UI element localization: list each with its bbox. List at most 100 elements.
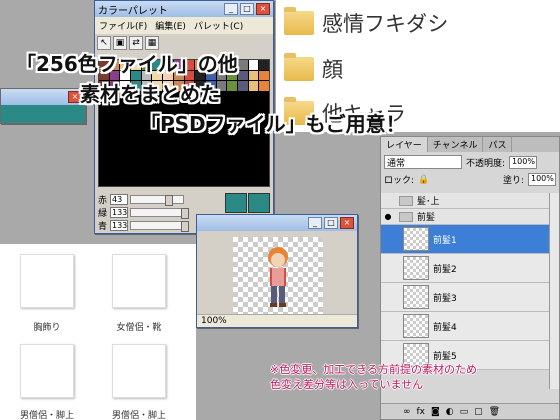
palette-swatch[interactable] [248,176,259,186]
layers-scrollbar[interactable] [549,193,559,389]
palette-swatch[interactable] [195,165,205,176]
palette-swatch[interactable] [237,176,248,186]
red-slider[interactable] [130,195,184,206]
palette-swatch[interactable] [152,155,163,165]
item-card[interactable] [112,344,166,398]
palette-swatch[interactable] [216,144,227,155]
palette-swatch[interactable] [120,112,131,123]
palette-swatch[interactable] [248,165,259,176]
layer-row[interactable]: 前髪4 [381,312,549,341]
minimize-icon[interactable]: _ [308,217,322,229]
item-card[interactable] [112,254,166,308]
blend-mode-select[interactable]: 通常 [384,155,462,169]
palette-swatch[interactable] [248,144,259,155]
palette-swatch[interactable] [152,165,163,176]
palette-swatch[interactable] [237,144,248,155]
palette-swatch[interactable] [259,91,269,102]
palette-swatch[interactable] [173,176,184,186]
palette-swatch[interactable] [99,144,109,155]
palette-swatch[interactable] [184,144,195,155]
palette-swatch[interactable] [99,112,109,123]
palette-swatch[interactable] [248,70,259,81]
palette-swatch[interactable] [109,165,120,176]
palette-swatch[interactable] [205,144,216,155]
palette-swatch[interactable] [259,144,269,155]
palette-swatch[interactable] [152,176,163,186]
palette-swatch[interactable] [120,144,131,155]
palette-swatch[interactable] [248,81,259,91]
palette-swatch[interactable] [205,155,216,165]
tab-paths[interactable]: パス [483,137,513,152]
palette-swatch[interactable] [237,60,248,70]
trash-icon[interactable]: 🗑 [489,407,500,417]
adjust-icon[interactable]: ◐ [446,407,454,417]
minimize-icon[interactable]: _ [224,3,238,15]
palette-swatch[interactable] [205,165,216,176]
mask-icon[interactable]: ◙ [431,407,440,417]
layer-group[interactable]: 髪･上 [381,193,549,209]
palette-swatch[interactable] [195,144,205,155]
palette-swatch[interactable] [141,165,152,176]
palette-swatch[interactable] [195,176,205,186]
palette-swatch[interactable] [163,176,173,186]
close-icon[interactable]: × [256,3,270,15]
palette-swatch[interactable] [131,165,141,176]
palette-swatch[interactable] [163,165,173,176]
palette-swatch[interactable] [227,165,237,176]
palette-swatch[interactable] [184,176,195,186]
palette-swatch[interactable] [237,91,248,102]
palette-swatch[interactable] [131,155,141,165]
red-value[interactable]: 43 [110,194,128,205]
palette-swatch[interactable] [131,176,141,186]
palette-swatch[interactable] [259,81,269,91]
green-slider[interactable] [130,208,189,219]
item-card[interactable] [20,344,74,398]
palette-swatch[interactable] [216,155,227,165]
new-group-icon[interactable]: ▭ [460,407,469,417]
tab-channels[interactable]: チャンネル [428,137,484,152]
palette-swatch[interactable] [173,155,184,165]
palette-swatch[interactable] [152,144,163,155]
eye-icon[interactable] [381,194,395,208]
palette-swatch[interactable] [109,144,120,155]
palette-swatch[interactable] [184,165,195,176]
tab-layers[interactable]: レイヤー [381,137,428,152]
fill-value[interactable]: 100% [528,173,556,186]
folder-item-emotion-balloons[interactable]: 感情フキダシ [284,7,448,38]
palette-swatch[interactable] [141,144,152,155]
green-value[interactable]: 133 [110,207,128,218]
palette-swatch[interactable] [259,60,269,70]
layer-row[interactable]: 前髪1 [381,225,549,254]
blue-value[interactable]: 133 [110,220,128,231]
palette-swatch[interactable] [248,91,259,102]
palette-swatch[interactable] [237,81,248,91]
palette-swatch[interactable] [99,165,109,176]
palette-swatch[interactable] [120,165,131,176]
palette-swatch[interactable] [141,155,152,165]
chain-icon[interactable]: ∞ [403,407,411,417]
palette-swatch[interactable] [109,155,120,165]
palette-swatch[interactable] [237,155,248,165]
palette-swatch[interactable] [109,134,120,144]
palette-swatch[interactable] [227,91,237,102]
palette-swatch[interactable] [227,81,237,91]
palette-swatch[interactable] [173,165,184,176]
item-card[interactable] [20,254,74,308]
palette-swatch[interactable] [131,144,141,155]
maximize-icon[interactable]: □ [240,3,254,15]
palette-swatch[interactable] [237,70,248,81]
palette-swatch[interactable] [259,176,269,186]
palette-swatch[interactable] [109,112,120,123]
palette-swatch[interactable] [109,123,120,134]
layer-row[interactable]: 前髪3 [381,283,549,312]
preview-titlebar[interactable]: _ □ × [197,215,357,231]
palette-swatch[interactable] [216,165,227,176]
palette-swatch[interactable] [205,176,216,186]
palette-swatch[interactable] [237,165,248,176]
palette-swatch[interactable] [259,70,269,81]
palette-swatch[interactable] [120,123,131,134]
menu-edit[interactable]: 編集(E) [155,19,186,32]
layer-row[interactable]: 前髪2 [381,254,549,283]
blue-slider[interactable] [130,221,189,232]
palette-swatch[interactable] [259,155,269,165]
